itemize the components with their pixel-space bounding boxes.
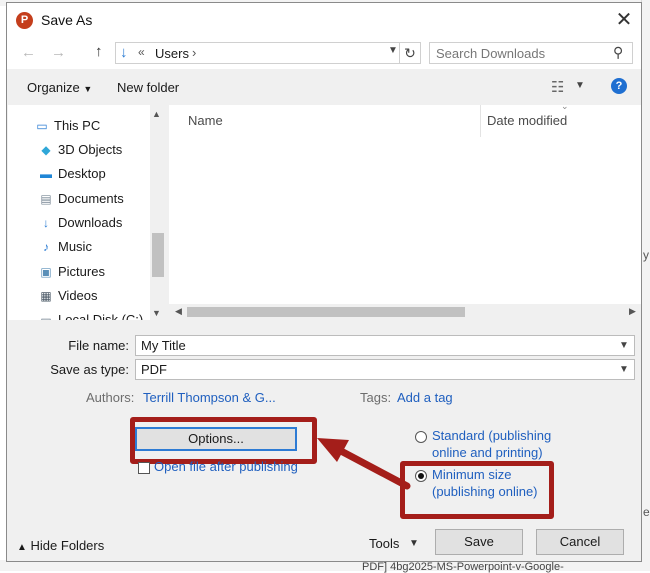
document-icon: ▤ — [40, 192, 52, 206]
hide-folders-button[interactable]: ▲ Hide Folders — [17, 538, 104, 553]
radio-label-line: Minimum size — [432, 467, 512, 482]
sidebar-item-label: Pictures — [58, 264, 105, 279]
view-options-icon[interactable]: ☷ — [551, 78, 564, 96]
scrollbar-thumb[interactable] — [152, 233, 164, 277]
cube-icon: ◆ — [41, 143, 51, 157]
authors-value[interactable]: Terrill Thompson & G... — [143, 390, 276, 405]
annotation-highlight-box — [130, 417, 317, 464]
download-icon: ↓ — [43, 216, 49, 230]
breadcrumb-overflow-icon[interactable]: « — [138, 45, 145, 59]
forward-arrow-icon[interactable]: → — [51, 44, 66, 61]
address-bar[interactable]: ↓ « Users › ▼ — [115, 42, 415, 64]
file-name-label: File name: — [68, 338, 129, 353]
background-text-fragment: e- — [643, 505, 650, 519]
breadcrumb-users[interactable]: Users — [155, 46, 189, 61]
column-header-date-modified[interactable]: Date modified — [487, 113, 567, 128]
sidebar-item-label: Videos — [58, 288, 98, 303]
scrollbar-thumb[interactable] — [187, 307, 465, 317]
dialog-title: Save As — [41, 12, 93, 28]
chevron-down-icon[interactable]: ▼ — [575, 80, 585, 91]
toolbar: Organize ▼ New folder ☷ ▼ ? — [7, 69, 641, 105]
sidebar-item-label: 3D Objects — [58, 142, 123, 157]
radio-label-line: Standard (publishing — [432, 428, 552, 443]
desktop-icon: ▬ — [40, 167, 52, 181]
file-name-input[interactable]: My Title — [135, 335, 635, 356]
chevron-down-icon[interactable]: ▼ — [619, 364, 629, 375]
help-icon[interactable]: ? — [611, 78, 627, 94]
navigation-bar: ← → ↑ ↓ « Users › ▼ ↻ Search Downloads ⚲ — [7, 37, 641, 69]
navigation-pane: ▭ This PC ◆ 3D Objects ▬ Desktop ▤ Documents… — [8, 105, 166, 320]
tags-value[interactable]: Add a tag — [397, 390, 453, 405]
sidebar-item-videos[interactable]: ▦ Videos — [38, 288, 98, 303]
background-text-fragment: PDF] 4bg2025-MS-Powerpoint-v-Google- — [362, 561, 564, 573]
authors-label: Authors: — [86, 390, 135, 405]
tools-button[interactable]: Tools — [369, 536, 399, 551]
radio-label-line: online and printing) — [432, 445, 543, 460]
scroll-down-icon[interactable]: ▼ — [152, 308, 161, 318]
this-pc-icon: ▭ — [36, 119, 48, 133]
sidebar-item-label: Local Disk (C:) — [58, 312, 144, 320]
up-arrow-icon[interactable]: ↑ — [95, 43, 103, 60]
organize-label: Organize — [27, 80, 80, 95]
sidebar-item-music[interactable]: ♪ Music — [38, 239, 92, 254]
chevron-right-icon[interactable]: › — [192, 45, 196, 60]
scroll-right-icon[interactable]: ▶ — [629, 306, 636, 317]
save-as-dialog: P Save As ✕ ← → ↑ ↓ « Users › ▼ ↻ Search… — [6, 2, 642, 562]
save-as-type-select[interactable]: PDF — [135, 359, 635, 380]
column-header-name[interactable]: Name — [188, 113, 223, 128]
background-text-fragment: y — [643, 248, 649, 262]
powerpoint-icon: P — [16, 12, 33, 29]
minimum-size-radio-label[interactable]: Minimum size (publishing online) — [432, 466, 538, 500]
cancel-button[interactable]: Cancel — [536, 529, 624, 555]
sidebar-item-label: Downloads — [58, 215, 123, 230]
standard-radio-label[interactable]: Standard (publishing online and printing… — [432, 427, 551, 461]
new-folder-button[interactable]: New folder — [117, 80, 179, 95]
chevron-down-icon[interactable]: ▼ — [388, 45, 398, 56]
sidebar-item-pictures[interactable]: ▣ Pictures — [38, 264, 105, 279]
annotation-arrow — [317, 438, 411, 490]
drive-icon: ▭ — [40, 313, 52, 320]
hide-folders-label: Hide Folders — [30, 538, 105, 553]
sidebar-item-this-pc[interactable]: ▭ This PC — [34, 118, 100, 133]
chevron-down-icon: ▼ — [83, 84, 93, 94]
video-icon: ▦ — [40, 289, 52, 303]
sidebar-item-downloads[interactable]: ↓ Downloads — [38, 215, 122, 230]
picture-icon: ▣ — [40, 265, 52, 279]
sidebar-item-label: This PC — [54, 118, 101, 133]
background-window-right-edge — [641, 0, 650, 571]
scroll-up-icon[interactable]: ▲ — [152, 109, 161, 119]
title-bar: P Save As ✕ — [7, 3, 641, 37]
back-arrow-icon[interactable]: ← — [21, 44, 36, 61]
open-after-publishing-label[interactable]: Open file after publishing — [154, 459, 298, 474]
sort-arrow-icon: ⌄ — [561, 101, 569, 111]
sidebar-item-desktop[interactable]: ▬ Desktop — [38, 166, 106, 181]
search-icon[interactable]: ⚲ — [613, 44, 623, 61]
chevron-up-icon: ▲ — [17, 542, 27, 553]
tags-label: Tags: — [360, 390, 392, 405]
chevron-down-icon[interactable]: ▼ — [619, 340, 629, 351]
sidebar-item-label: Music — [58, 239, 92, 254]
sidebar-scrollbar[interactable]: ▲ ▼ — [150, 105, 166, 320]
refresh-button[interactable]: ↻ — [399, 42, 421, 64]
horizontal-scrollbar[interactable]: ◀ ▶ — [169, 304, 641, 320]
organize-button[interactable]: Organize ▼ — [27, 80, 92, 95]
file-list[interactable]: ⌄ Name Date modified ◀ ▶ — [169, 101, 641, 320]
close-button[interactable]: ✕ — [611, 7, 637, 33]
sidebar-item-documents[interactable]: ▤ Documents — [38, 191, 124, 206]
search-input[interactable]: Search Downloads — [429, 42, 633, 64]
scroll-left-icon[interactable]: ◀ — [175, 306, 182, 317]
column-divider[interactable] — [480, 105, 481, 137]
sidebar-item-local-disk[interactable]: ▭ Local Disk (C:) — [38, 312, 143, 320]
sidebar-item-3d-objects[interactable]: ◆ 3D Objects — [38, 142, 122, 157]
download-icon: ↓ — [120, 44, 128, 61]
save-button[interactable]: Save — [435, 529, 523, 555]
sidebar-item-label: Documents — [58, 191, 124, 206]
sidebar-item-label: Desktop — [58, 166, 106, 181]
open-after-publishing-checkbox[interactable] — [138, 462, 150, 474]
save-as-type-label: Save as type: — [50, 362, 129, 377]
radio-label-line: (publishing online) — [432, 484, 538, 499]
music-icon: ♪ — [43, 240, 49, 254]
chevron-down-icon[interactable]: ▼ — [409, 538, 419, 549]
